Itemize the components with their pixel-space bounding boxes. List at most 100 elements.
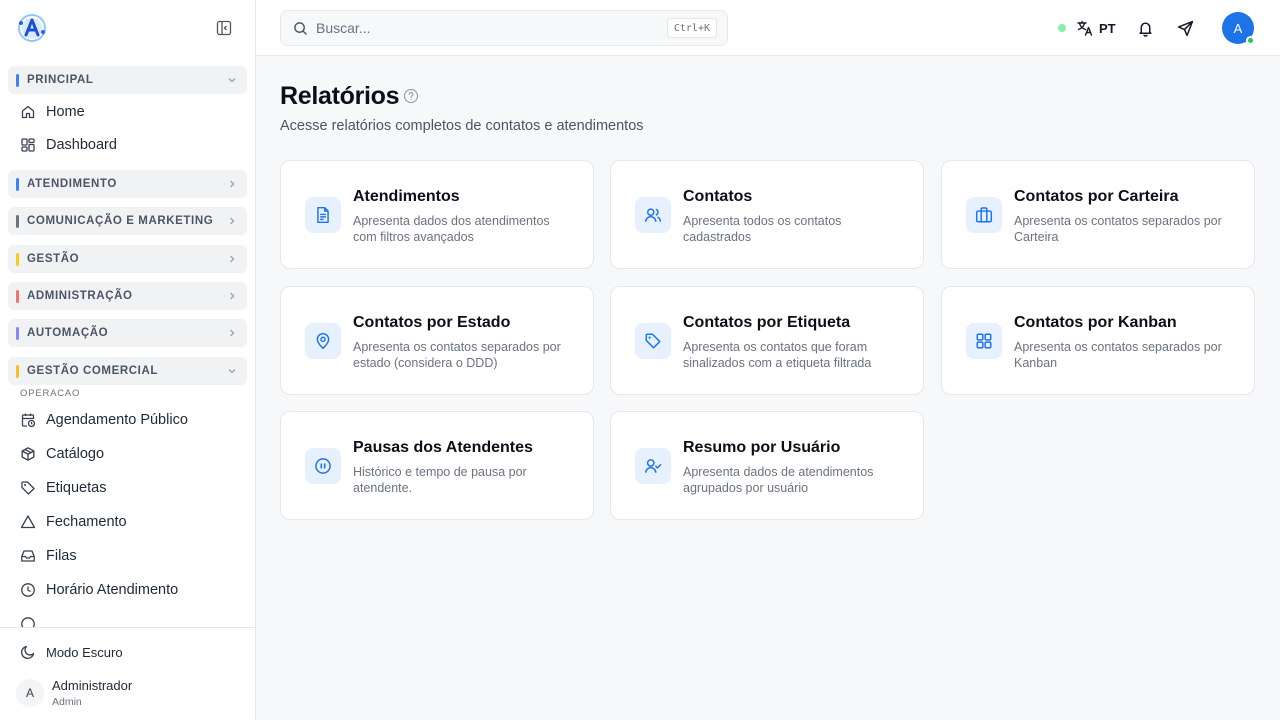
user-role: Admin [52,696,82,708]
sidebar-header [0,0,255,56]
layout-grid-icon [966,323,1002,359]
send-button[interactable] [1174,17,1196,39]
card-title: Resumo por Usuário [683,439,841,456]
map-pin-icon [305,323,341,359]
app-logo[interactable] [16,12,48,44]
sidebar-item-dashboard[interactable]: Dashboard [8,129,247,161]
page-title: Relatórios [280,82,400,110]
report-card-contatos-por-kanban[interactable]: Contatos por Kanban Apresenta os contato… [941,286,1255,395]
card-title: Atendimentos [353,188,460,205]
sidebar-item-fechamento[interactable]: Fechamento [8,506,247,538]
card-description: Apresenta os contatos separados por esta… [353,340,561,370]
search-icon [292,20,308,36]
section-label: COMUNICAÇÃO E MARKETING [27,215,214,227]
section-administracao[interactable]: ADMINISTRAÇÃO [8,282,247,310]
report-card-pausas-dos-atendentes[interactable]: Pausas dos Atendentes Histórico e tempo … [280,411,594,520]
report-card-atendimentos[interactable]: Atendimentos Apresenta dados dos atendim… [280,160,594,269]
user-avatar-button[interactable]: A [1222,12,1255,45]
section-automacao[interactable]: AUTOMAÇÃO [8,319,247,347]
card-title: Contatos [683,188,753,205]
section-color-bar [16,214,19,228]
user-info: Administrador Admin [52,678,132,708]
sidebar-subheading: OPERACAO [20,388,81,399]
pause-circle-icon [305,448,341,484]
section-comunicacao-marketing[interactable]: COMUNICAÇÃO E MARKETING [8,207,247,235]
report-card-contatos[interactable]: Contatos Apresenta todos os contatos cad… [610,160,924,269]
language-selector[interactable]: PT [1076,16,1116,40]
sidebar-item-partial[interactable] [8,608,247,627]
chevron-right-icon [225,252,239,266]
user-menu[interactable]: A Administrador Admin [16,674,246,712]
section-label: AUTOMAÇÃO [27,327,109,339]
sidebar-item-label: Fechamento [46,514,127,530]
chevron-right-icon [225,177,239,191]
sidebar-item-filas[interactable]: Filas [8,540,247,572]
user-name: Administrador [52,678,133,693]
card-description: Apresenta todos os contatos cadastrados [683,214,842,244]
sidebar-item-label: Etiquetas [46,480,107,496]
sidebar-item-etiquetas[interactable]: Etiquetas [8,472,247,504]
report-card-resumo-por-usuario[interactable]: Resumo por Usuário Apresenta dados de at… [610,411,924,520]
section-gestao-comercial[interactable]: GESTÃO COMERCIAL [8,357,247,385]
shortcut-hint: Ctrl+K [666,18,717,38]
sidebar-item-catalogo[interactable]: Catálogo [8,438,247,470]
chevron-right-icon [225,326,239,340]
inbox-icon [19,547,37,565]
dark-mode-label: Modo Escuro [46,644,123,660]
connection-status-dot [1058,24,1066,32]
card-description: Apresenta os contatos separados por Cart… [1014,214,1222,244]
card-title: Contatos por Kanban [1014,314,1177,331]
sidebar-item-label: Home [46,104,85,120]
chevron-right-icon [225,289,239,303]
report-card-contatos-por-carteira[interactable]: Contatos por Carteira Apresenta os conta… [941,160,1255,269]
sidebar-item-agendamento-publico[interactable]: Agendamento Público [8,404,247,436]
sidebar-item-label: Dashboard [46,137,117,153]
section-principal[interactable]: PRINCIPAL [8,66,247,94]
dark-mode-toggle[interactable]: Modo Escuro [8,638,247,666]
panel-left-icon [216,20,232,36]
card-description: Apresenta os contatos que foram sinaliza… [683,340,872,370]
home-icon [19,103,37,121]
sidebar-item-home[interactable]: Home [8,96,247,128]
bell-icon [1138,21,1152,37]
help-icon[interactable] [403,88,419,104]
clock-icon [19,581,37,599]
calendar-clock-icon [19,411,37,429]
chevron-down-icon [225,364,239,378]
sidebar-item-horario-atendimento[interactable]: Horário Atendimento [8,574,247,606]
page-subtitle: Acesse relatórios completos de contatos … [280,118,644,134]
card-description: Apresenta dados dos atendimentos com fil… [353,214,550,244]
card-description: Apresenta dados de atendimentos agrupado… [683,465,874,495]
section-label: PRINCIPAL [27,74,94,86]
section-color-bar [16,289,19,303]
clipped-icon [19,615,37,627]
notifications-button[interactable] [1134,17,1156,39]
file-text-icon [305,197,341,233]
sidebar-nav[interactable]: PRINCIPAL Home Dashboard ATENDIMENTO COM [0,56,255,627]
translate-icon [1077,20,1093,36]
card-title: Contatos por Estado [353,314,511,331]
avatar: A [16,679,44,707]
report-card-contatos-por-etiqueta[interactable]: Contatos por Etiqueta Apresenta os conta… [610,286,924,395]
section-color-bar [16,177,19,191]
moon-icon [19,643,37,661]
language-code: PT [1099,20,1116,36]
search-input[interactable] [316,20,656,36]
avatar-initial: A [1233,20,1243,36]
chevron-down-icon [225,73,239,87]
topbar: Ctrl+K PT A [256,0,1280,56]
sidebar-item-label: Filas [46,548,77,564]
sidebar-footer: Modo Escuro A Administrador Admin [0,627,255,720]
users-icon [635,197,671,233]
section-color-bar [16,326,19,340]
card-title: Contatos por Etiqueta [683,314,851,331]
search-box[interactable]: Ctrl+K [280,10,728,46]
section-color-bar [16,252,19,266]
sidebar-collapse-button[interactable] [213,17,235,39]
section-gestao[interactable]: GESTÃO [8,245,247,273]
section-atendimento[interactable]: ATENDIMENTO [8,170,247,198]
section-label: ADMINISTRAÇÃO [27,290,133,302]
card-title: Pausas dos Atendentes [353,439,533,456]
report-card-contatos-por-estado[interactable]: Contatos por Estado Apresenta os contato… [280,286,594,395]
package-icon [19,445,37,463]
